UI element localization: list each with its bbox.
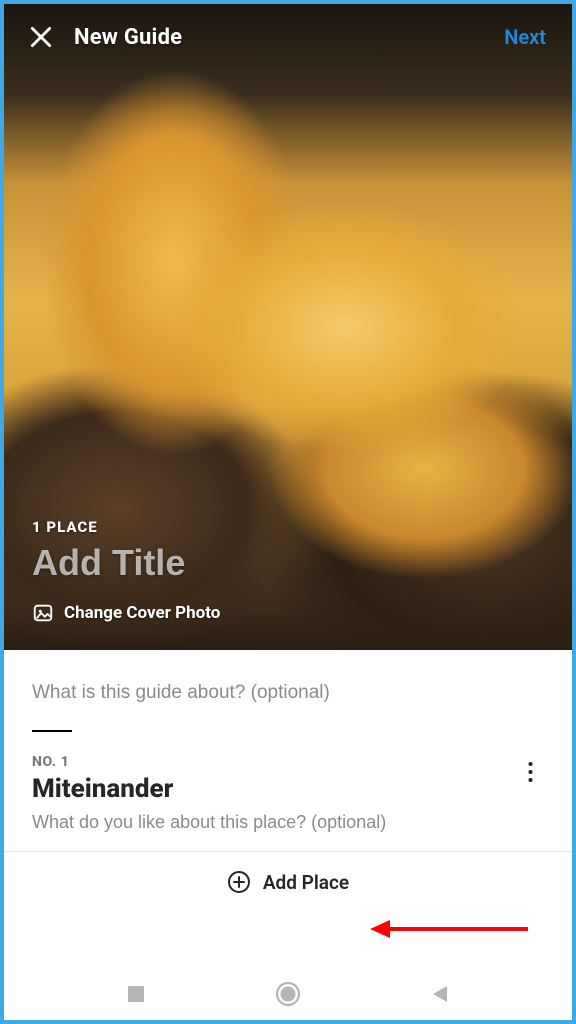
change-cover-button[interactable]: Change Cover Photo [32, 602, 220, 624]
item-more-button[interactable] [516, 758, 544, 786]
annotation-arrow [370, 914, 530, 944]
item-number-label: NO. 1 [32, 754, 173, 770]
place-about-input[interactable] [32, 812, 544, 851]
square-icon [127, 985, 145, 1003]
more-vertical-icon [528, 761, 533, 783]
section-rule [32, 730, 72, 732]
add-place-label: Add Place [263, 871, 349, 894]
close-button[interactable] [26, 22, 56, 52]
triangle-left-icon [430, 984, 450, 1004]
nav-back-button[interactable] [420, 974, 460, 1014]
add-place-button[interactable]: Add Place [4, 852, 572, 912]
place-item: NO. 1 Miteinander [32, 754, 544, 851]
close-icon [28, 24, 54, 50]
android-nav-bar [4, 968, 572, 1020]
item-title: Miteinander [32, 774, 173, 804]
nav-recent-button[interactable] [116, 974, 156, 1014]
body-area: NO. 1 Miteinander [4, 650, 572, 851]
next-button[interactable]: Next [504, 25, 550, 49]
place-count-label: 1 PLACE [32, 518, 572, 536]
image-icon [32, 602, 54, 624]
guide-title-input[interactable] [32, 542, 512, 584]
plus-circle-icon [227, 870, 251, 894]
page-title: New Guide [74, 25, 486, 50]
circle-icon [275, 981, 301, 1007]
change-cover-label: Change Cover Photo [64, 603, 220, 623]
guide-about-input[interactable] [32, 676, 544, 720]
cover-info: 1 PLACE Change Cover Photo [32, 518, 572, 628]
top-bar: New Guide Next [4, 4, 572, 62]
cover-photo: New Guide Next 1 PLACE Change Cover Phot… [4, 4, 572, 650]
nav-home-button[interactable] [268, 974, 308, 1014]
